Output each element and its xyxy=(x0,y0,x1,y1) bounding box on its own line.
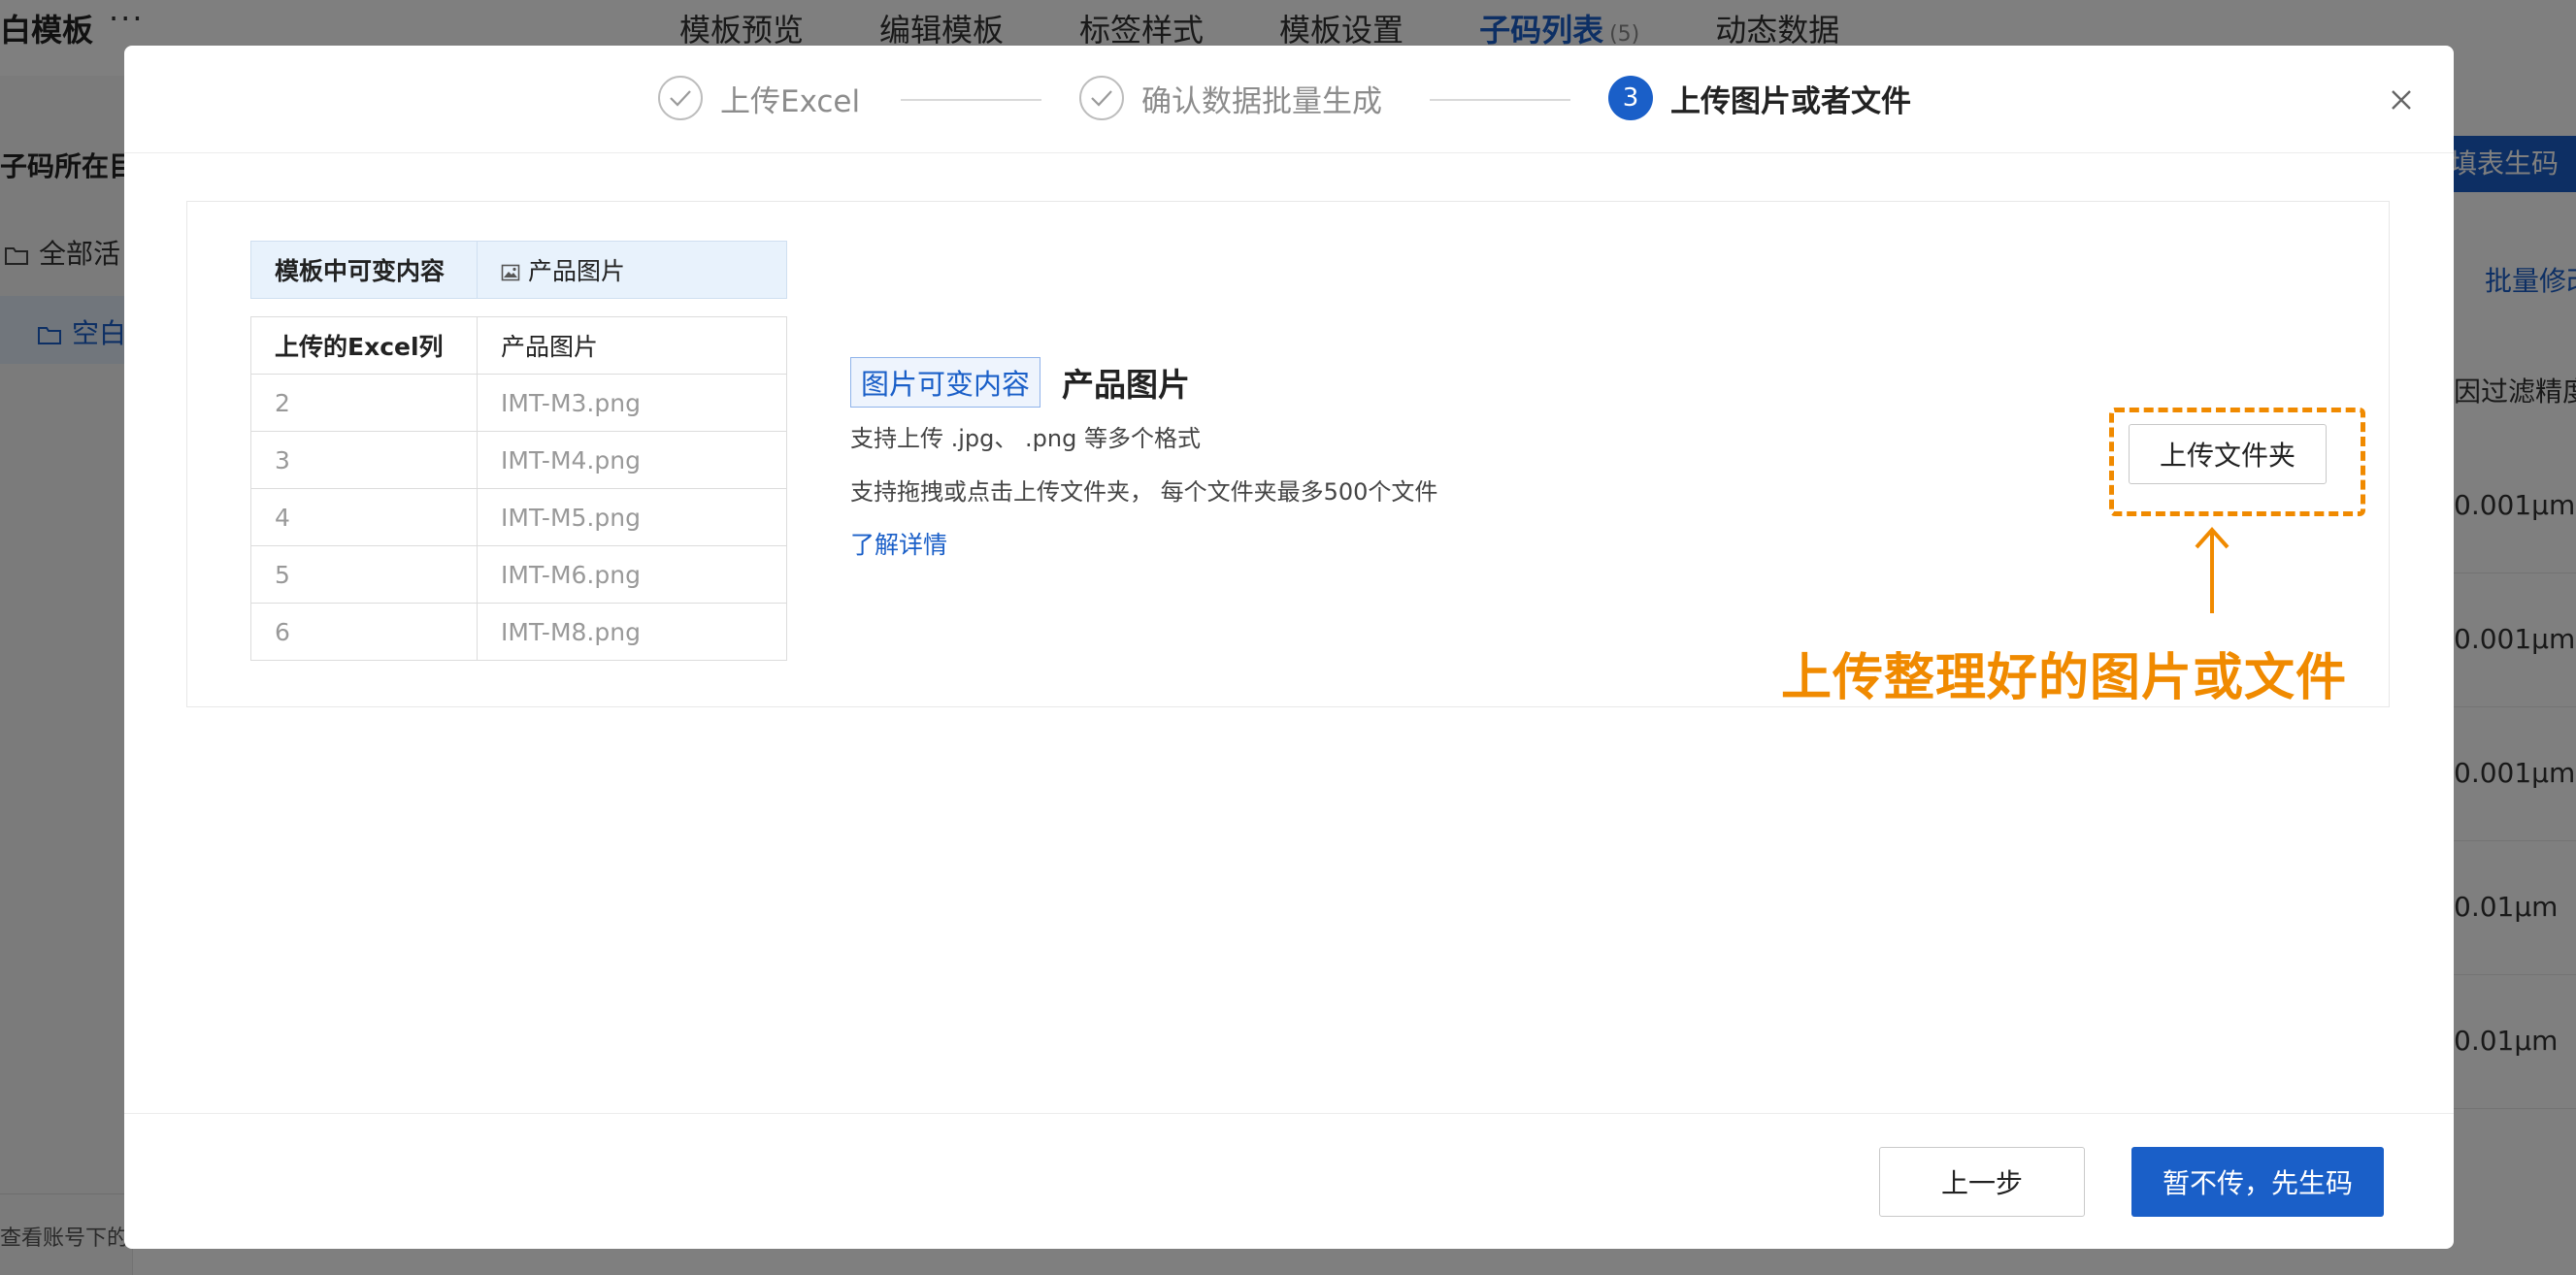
step-number: 3 xyxy=(1608,76,1653,120)
step-connector xyxy=(901,99,1041,101)
step-label: 确认数据批量生成 xyxy=(1141,83,1382,119)
table-cell: IMT-M6.png xyxy=(477,545,787,604)
variable-content-value: 产品图片 xyxy=(477,241,787,299)
variable-type-tag: 图片可变内容 xyxy=(850,357,1041,408)
column-header: 产品图片 xyxy=(477,316,787,375)
arrow-up-icon xyxy=(2195,526,2229,613)
format-hint: 支持上传 .jpg、 .png 等多个格式 xyxy=(850,425,1201,452)
table-header-row: 上传的Excel列 产品图片 xyxy=(250,316,787,375)
check-icon xyxy=(1079,76,1124,120)
excel-columns-table: 上传的Excel列 产品图片 2 IMT-M3.png 3 IMT-M4.png… xyxy=(250,316,787,661)
table-cell: 3 xyxy=(250,431,478,489)
column-header: 上传的Excel列 xyxy=(250,316,478,375)
annotation-text: 上传整理好的图片或文件 xyxy=(1781,649,2348,707)
table-cell: IMT-M5.png xyxy=(477,488,787,546)
upload-field-title: 产品图片 xyxy=(1062,366,1191,404)
steps-bar: 上传Excel 确认数据批量生成 3 上传图片或者文件 xyxy=(124,46,2454,153)
upload-modal: 上传Excel 确认数据批量生成 3 上传图片或者文件 模板中可变内容 产品图片 xyxy=(124,46,2454,1249)
previous-step-button[interactable]: 上一步 xyxy=(1879,1147,2085,1217)
table-cell: 2 xyxy=(250,374,478,432)
upload-folder-button[interactable]: 上传文件夹 xyxy=(2129,424,2327,484)
close-icon[interactable] xyxy=(2384,82,2419,117)
image-icon xyxy=(501,264,520,281)
table-cell: 4 xyxy=(250,488,478,546)
step-upload-excel: 上传Excel xyxy=(658,75,860,121)
variable-content-label: 模板中可变内容 xyxy=(250,241,478,299)
skip-upload-generate-button[interactable]: 暂不传，先生码 xyxy=(2131,1147,2384,1217)
table-cell: 5 xyxy=(250,545,478,604)
variable-content-table: 模板中可变内容 产品图片 xyxy=(250,241,787,299)
table-row: 3 IMT-M4.png xyxy=(250,431,787,489)
upload-info: 图片可变内容 产品图片 支持上传 .jpg、 .png 等多个格式 支持拖拽或点击… xyxy=(850,357,1437,561)
table-row: 4 IMT-M5.png xyxy=(250,488,787,546)
step-upload-images: 3 上传图片或者文件 xyxy=(1608,75,1911,121)
step-label: 上传图片或者文件 xyxy=(1670,83,1911,119)
variable-content-text: 产品图片 xyxy=(528,257,626,285)
table-cell: IMT-M4.png xyxy=(477,431,787,489)
step-confirm-data: 确认数据批量生成 xyxy=(1079,75,1382,121)
table-row: 2 IMT-M3.png xyxy=(250,374,787,432)
table-cell: 6 xyxy=(250,603,478,661)
step-label: 上传Excel xyxy=(720,83,861,119)
table-cell: IMT-M3.png xyxy=(477,374,787,432)
learn-more-link[interactable]: 了解详情 xyxy=(850,526,1437,561)
modal-footer: 上一步 暂不传，先生码 xyxy=(124,1113,2454,1249)
table-row: 6 IMT-M8.png xyxy=(250,603,787,661)
drag-hint: 支持拖拽或点击上传文件夹， 每个文件夹最多500个文件 xyxy=(850,478,1438,506)
check-icon xyxy=(658,76,703,120)
table-row: 5 IMT-M6.png xyxy=(250,545,787,604)
table-cell: IMT-M8.png xyxy=(477,603,787,661)
step-connector xyxy=(1430,99,1570,101)
upload-content-panel: 模板中可变内容 产品图片 上传的Excel列 产品图片 2 IMT-M3.png… xyxy=(186,201,2390,707)
